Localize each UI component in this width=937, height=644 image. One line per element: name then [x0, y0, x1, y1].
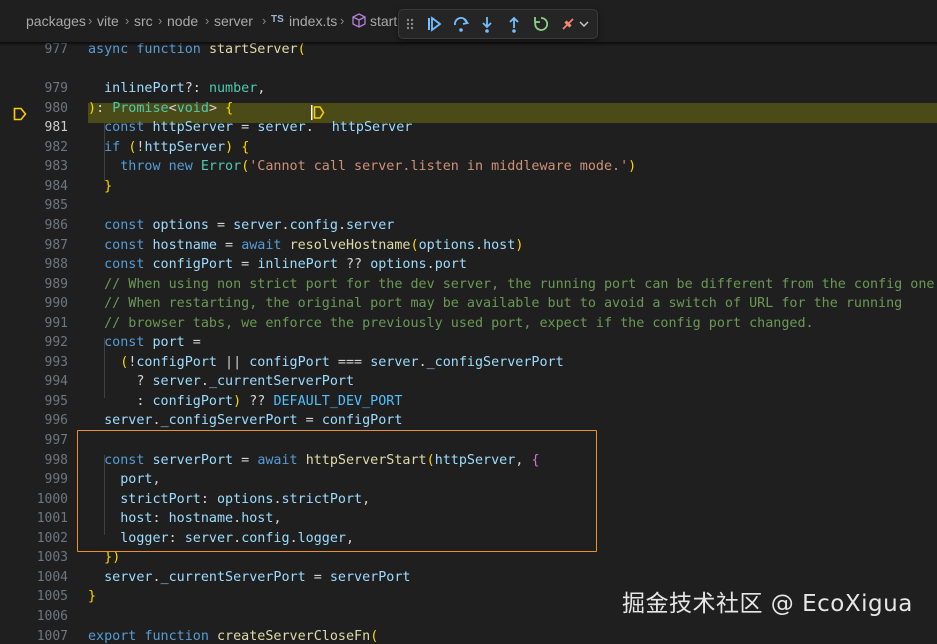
- line-number[interactable]: 1007: [6, 629, 68, 644]
- code-line[interactable]: export function createServerCloseFn(: [88, 629, 378, 644]
- breakpoint-current-icon[interactable]: [13, 106, 27, 125]
- breadcrumb-item-server[interactable]: server: [214, 13, 253, 29]
- code-line[interactable]: }: [88, 179, 112, 194]
- line-number[interactable]: 982: [6, 140, 68, 155]
- line-number[interactable]: 1000: [6, 492, 68, 507]
- line-number[interactable]: 1005: [6, 589, 68, 604]
- breadcrumb-item-src[interactable]: src: [134, 13, 153, 29]
- code-line[interactable]: if (!httpServer) {: [88, 140, 249, 155]
- line-number[interactable]: 994: [6, 374, 68, 389]
- line-number[interactable]: 988: [6, 257, 68, 272]
- code-line[interactable]: const hostname = await resolveHostname(o…: [88, 238, 523, 253]
- line-number[interactable]: 986: [6, 218, 68, 233]
- code-line[interactable]: // When restarting, the original port ma…: [88, 296, 902, 311]
- drag-handle-icon[interactable]: [405, 13, 415, 35]
- code-line[interactable]: ? server._currentServerPort: [88, 374, 354, 389]
- code-line[interactable]: inlinePort?: number,: [88, 81, 265, 96]
- code-line[interactable]: server._configServerPort = configPort: [88, 413, 402, 428]
- chevron-right-icon: ›: [262, 13, 267, 28]
- code-line[interactable]: server._currentServerPort = serverPort: [88, 570, 410, 585]
- code-line[interactable]: const options = server.config.server: [88, 218, 394, 233]
- watermark: 掘金技术社区 @ EcoXigua: [622, 591, 913, 617]
- step-over-icon[interactable]: [450, 13, 472, 35]
- line-number[interactable]: 1003: [6, 550, 68, 565]
- restart-icon[interactable]: [530, 13, 552, 35]
- chevron-right-icon: ›: [340, 13, 345, 28]
- typescript-file-icon: TS: [271, 14, 284, 25]
- line-number[interactable]: 987: [6, 238, 68, 253]
- code-line[interactable]: const httpServer = server. httpServer: [88, 120, 412, 135]
- code-line[interactable]: ): Promise<void> {: [88, 101, 233, 116]
- line-number[interactable]: 983: [6, 159, 68, 174]
- code-line[interactable]: const configPort = inlinePort ?? options…: [88, 257, 467, 272]
- breadcrumb-item-vite[interactable]: vite: [97, 13, 119, 29]
- line-number[interactable]: 1004: [6, 570, 68, 585]
- breadcrumb-item-file[interactable]: index.ts: [289, 13, 337, 29]
- code-line[interactable]: }: [88, 589, 96, 604]
- line-number[interactable]: 995: [6, 394, 68, 409]
- chevron-right-icon: ›: [158, 13, 163, 28]
- code-line[interactable]: (!configPort || configPort === server._c…: [88, 355, 563, 370]
- line-number[interactable]: 999: [6, 472, 68, 487]
- scroll-shadow: [0, 42, 937, 46]
- chevron-right-icon: ›: [205, 13, 210, 28]
- chevron-right-icon: ›: [88, 13, 93, 28]
- line-number[interactable]: 998: [6, 453, 68, 468]
- line-number[interactable]: 993: [6, 355, 68, 370]
- chevron-down-icon[interactable]: [577, 13, 591, 35]
- code-line[interactable]: }): [88, 550, 120, 565]
- breadcrumb-item-packages[interactable]: packages: [26, 13, 86, 29]
- code-line[interactable]: const port =: [88, 335, 201, 350]
- line-number[interactable]: 991: [6, 316, 68, 331]
- connect-icon[interactable]: [557, 13, 579, 35]
- code-line[interactable]: : configPort) ?? DEFAULT_DEV_PORT: [88, 394, 402, 409]
- line-number[interactable]: 992: [6, 335, 68, 350]
- debug-toolbar: [398, 9, 598, 39]
- cube-symbol-icon: [352, 13, 366, 31]
- inline-breakpoint-icon[interactable]: [311, 105, 325, 124]
- highlight-annotation-box: [77, 430, 597, 552]
- line-number[interactable]: 996: [6, 413, 68, 428]
- line-number[interactable]: 1002: [6, 531, 68, 546]
- step-out-icon[interactable]: [503, 13, 525, 35]
- line-number[interactable]: 989: [6, 277, 68, 292]
- line-number[interactable]: 985: [6, 198, 68, 213]
- breadcrumb-item-node[interactable]: node: [167, 13, 198, 29]
- breadcrumb-item-symbol[interactable]: start: [370, 13, 397, 29]
- chevron-right-icon: ›: [125, 13, 130, 28]
- line-number[interactable]: 1006: [6, 609, 68, 624]
- line-number[interactable]: 990: [6, 296, 68, 311]
- line-number[interactable]: 1001: [6, 511, 68, 526]
- continue-icon[interactable]: [423, 13, 445, 35]
- step-into-icon[interactable]: [476, 13, 498, 35]
- line-number[interactable]: 984: [6, 179, 68, 194]
- code-line[interactable]: // When using non strict port for the de…: [88, 277, 937, 292]
- code-line[interactable]: throw new Error('Cannot call server.list…: [88, 159, 636, 174]
- code-line[interactable]: // browser tabs, we enforce the previous…: [88, 316, 813, 331]
- line-number[interactable]: 979: [6, 81, 68, 96]
- line-number[interactable]: 997: [6, 433, 68, 448]
